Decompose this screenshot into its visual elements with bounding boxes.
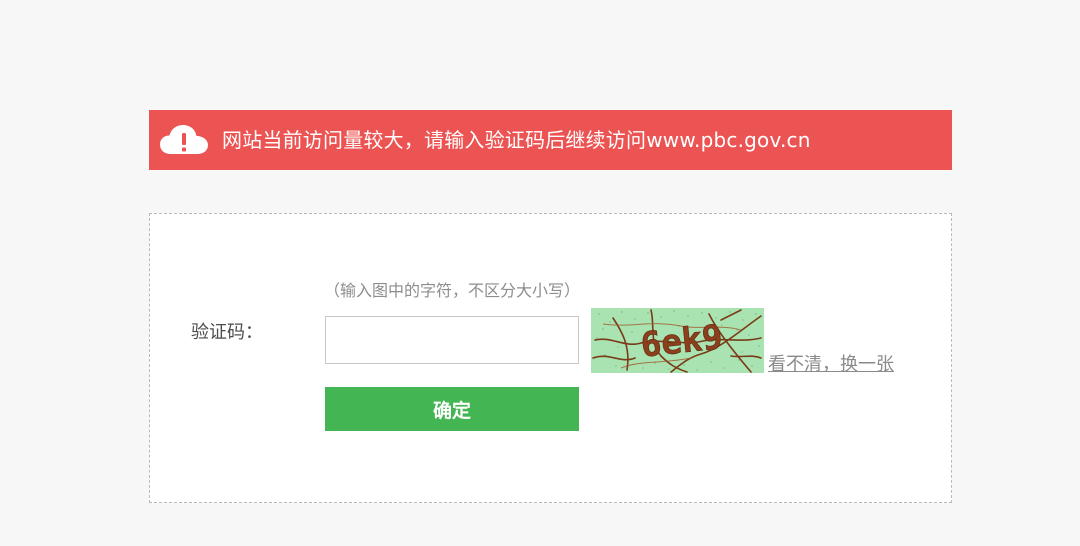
cloud-warning-icon (158, 123, 210, 157)
captcha-input[interactable] (325, 316, 579, 364)
captcha-image[interactable]: 6ek9 (591, 308, 764, 373)
alert-banner: 网站当前访问量较大，请输入验证码后继续访问www.pbc.gov.cn (149, 110, 952, 170)
captcha-label: 验证码： (191, 322, 263, 343)
captcha-text: 6ek9 (639, 317, 725, 365)
submit-button[interactable]: 确定 (325, 387, 579, 431)
refresh-captcha-link[interactable]: 看不清，换一张 (768, 350, 894, 376)
alert-message: 网站当前访问量较大，请输入验证码后继续访问www.pbc.gov.cn (222, 128, 811, 152)
captcha-hint: （输入图中的字符，不区分大小写） (324, 281, 581, 300)
captcha-form: （输入图中的字符，不区分大小写） 验证码： 6ek9 看不清，换一张 确定 (149, 213, 952, 503)
